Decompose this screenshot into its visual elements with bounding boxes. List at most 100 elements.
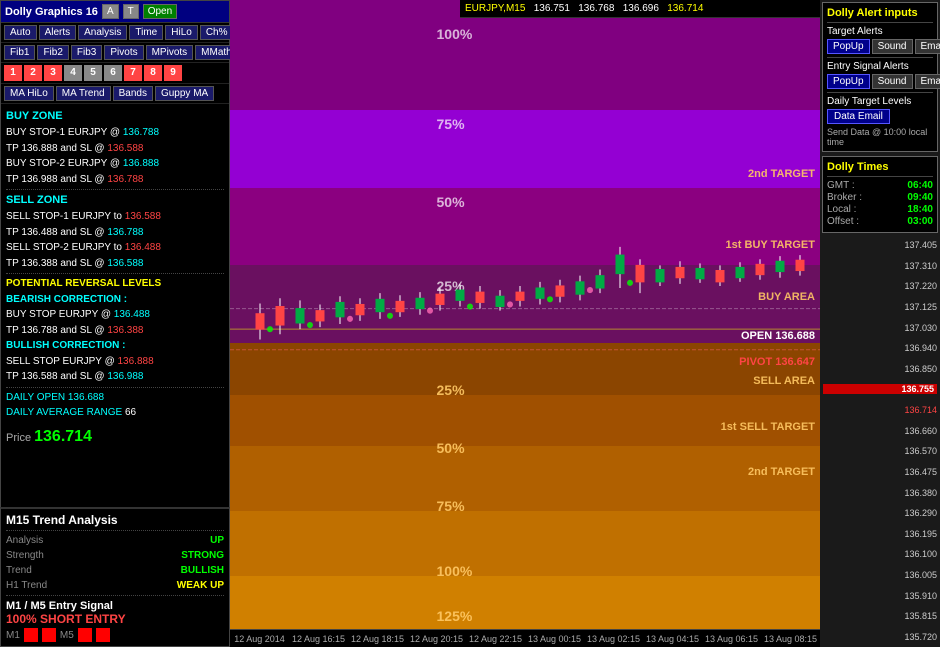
btn-hilo[interactable]: HiLo (165, 25, 198, 40)
data-email-row: Data Email (827, 109, 933, 124)
sell-stop1-tp: TP 136.488 and SL @ 136.788 (6, 225, 224, 241)
btn-ch[interactable]: Ch% (200, 25, 234, 40)
price-scale: 137.405 137.310 137.220 137.125 137.030 … (820, 235, 940, 647)
btn-guppyma[interactable]: Guppy MA (155, 86, 214, 101)
price-tick-13: 136.100 (823, 549, 937, 559)
buy-stop1-tp: TP 136.888 and SL @ 136.588 (6, 141, 224, 157)
target-popup-btn[interactable]: PopUp (827, 39, 870, 54)
price-label: Price (6, 432, 34, 444)
gmt-row: GMT : 06:40 (827, 180, 933, 191)
times-title: Dolly Times (827, 161, 933, 173)
num-5[interactable]: 5 (84, 65, 102, 81)
analysis-row: Analysis UP (6, 533, 224, 548)
bullish-sell: SELL STOP EURJPY @ 136.888 (6, 354, 224, 370)
btn-bands[interactable]: Bands (113, 86, 153, 101)
entry-val: 100% SHORT ENTRY (6, 612, 224, 626)
trend-panel: M15 Trend Analysis Analysis UP Strength … (0, 507, 230, 647)
btn-mahilo[interactable]: MA HiLo (4, 86, 54, 101)
m5-sq1 (78, 628, 92, 642)
bearish-title: BEARISH CORRECTION : (6, 292, 224, 308)
price-tick-7: 136.660 (823, 426, 937, 436)
btn-alerts[interactable]: Alerts (39, 25, 77, 40)
num-row: 1 2 3 4 5 6 7 8 9 (1, 63, 229, 84)
daily-avg-row: DAILY AVERAGE RANGE 66 (6, 405, 224, 421)
entry-sound-btn[interactable]: Sound (872, 74, 913, 89)
chart-area: EURJPY,M15 136.751 136.768 136.696 136.7… (230, 0, 820, 647)
btn-fib1[interactable]: Fib1 (4, 45, 35, 60)
price-tick-15: 135.910 (823, 591, 937, 601)
divider1 (6, 189, 224, 190)
candlestick-chart (230, 0, 820, 647)
buy-stop1-label: BUY STOP-1 EURJPY @ (6, 127, 123, 138)
dolly-alert-box: Dolly Alert inputs Target Alerts PopUp S… (822, 2, 938, 152)
entry-email-btn[interactable]: Email (915, 74, 940, 89)
divider3 (6, 387, 224, 388)
target-alerts-label: Target Alerts (827, 26, 933, 37)
btn-t[interactable]: T (123, 4, 139, 19)
btn-open[interactable]: Open (143, 4, 177, 19)
num-7[interactable]: 7 (124, 65, 142, 81)
alert-title: Dolly Alert inputs (827, 7, 933, 19)
num-2[interactable]: 2 (24, 65, 42, 81)
price-val: 136.714 (34, 428, 92, 445)
num-6[interactable]: 6 (104, 65, 122, 81)
price-tick-14: 136.005 (823, 570, 937, 580)
m5-sq2 (96, 628, 110, 642)
num-9[interactable]: 9 (164, 65, 182, 81)
btn-time[interactable]: Time (129, 25, 163, 40)
price-tick-3: 137.125 (823, 302, 937, 312)
trend-title: M15 Trend Analysis (6, 513, 224, 527)
dolly-title: Dolly Graphics 16 (5, 6, 98, 18)
num-1[interactable]: 1 (4, 65, 22, 81)
dolly-header: Dolly Graphics 16 A T Open (1, 1, 229, 23)
btn-fib3[interactable]: Fib3 (71, 45, 102, 60)
chart-symbol: EURJPY,M15 136.751 136.768 136.696 136.7… (465, 3, 703, 14)
local-row: Local : 18:40 (827, 204, 933, 215)
sell-zone-title: SELL ZONE (6, 192, 224, 209)
h1-trend-row: H1 Trend WEAK UP (6, 578, 224, 593)
entry-signal-title: M1 / M5 Entry Signal (6, 600, 224, 612)
btn-matrend[interactable]: MA Trend (56, 86, 111, 101)
price-tick-11: 136.290 (823, 508, 937, 518)
price-tick-10: 136.380 (823, 488, 937, 498)
target-email-btn[interactable]: Email (915, 39, 940, 54)
num-8[interactable]: 8 (144, 65, 162, 81)
price-tick-17: 135.720 (823, 632, 937, 642)
entry-popup-btn[interactable]: PopUp (827, 74, 870, 89)
price-tick-8: 136.570 (823, 446, 937, 456)
num-4[interactable]: 4 (64, 65, 82, 81)
buy-zone-title: BUY ZONE (6, 108, 224, 125)
offset-row: Offset : 03:00 (827, 216, 933, 227)
price-tick-0: 137.405 (823, 240, 937, 250)
buy-stop2: BUY STOP-2 EURJPY @ 136.888 (6, 156, 224, 172)
btn-a[interactable]: A (102, 4, 119, 19)
signals-panel: BUY ZONE BUY STOP-1 EURJPY @ 136.788 TP … (1, 104, 229, 564)
btn-analysis[interactable]: Analysis (78, 25, 127, 40)
data-email-btn[interactable]: Data Email (827, 109, 890, 124)
m1-sq1 (24, 628, 38, 642)
btn-pivots[interactable]: Pivots (104, 45, 143, 60)
btn-auto[interactable]: Auto (4, 25, 37, 40)
bullish-title: BULLISH CORRECTION : (6, 338, 224, 354)
price-display: Price 136.714 (6, 425, 224, 450)
num-3[interactable]: 3 (44, 65, 62, 81)
strength-row: Strength STRONG (6, 548, 224, 563)
dolly-times-box: Dolly Times GMT : 06:40 Broker : 09:40 L… (822, 156, 938, 233)
entry-alert-btns: PopUp Sound Email (827, 74, 933, 89)
btn-mpivots[interactable]: MPivots (146, 45, 194, 60)
toolbar-row2: Fib1 Fib2 Fib3 Pivots MPivots MMath (1, 43, 229, 63)
bearish-tp: TP 136.788 and SL @ 136.388 (6, 323, 224, 339)
toolbar-row3: MA HiLo MA Trend Bands Guppy MA (1, 84, 229, 104)
potential-title: POTENTIAL REVERSAL LEVELS (6, 276, 224, 292)
price-tick-9: 136.475 (823, 467, 937, 477)
price-tick-live: 136.714 (823, 405, 937, 415)
m1-sq2 (42, 628, 56, 642)
price-tick-16: 135.815 (823, 611, 937, 621)
chart-top-bar: EURJPY,M15 136.751 136.768 136.696 136.7… (460, 0, 820, 18)
price-tick-current: 136.755 (823, 384, 937, 394)
price-tick-6: 136.850 (823, 364, 937, 374)
divider2 (6, 273, 224, 274)
target-sound-btn[interactable]: Sound (872, 39, 913, 54)
btn-fib2[interactable]: Fib2 (37, 45, 68, 60)
buy-stop1-val: 136.788 (123, 127, 159, 138)
